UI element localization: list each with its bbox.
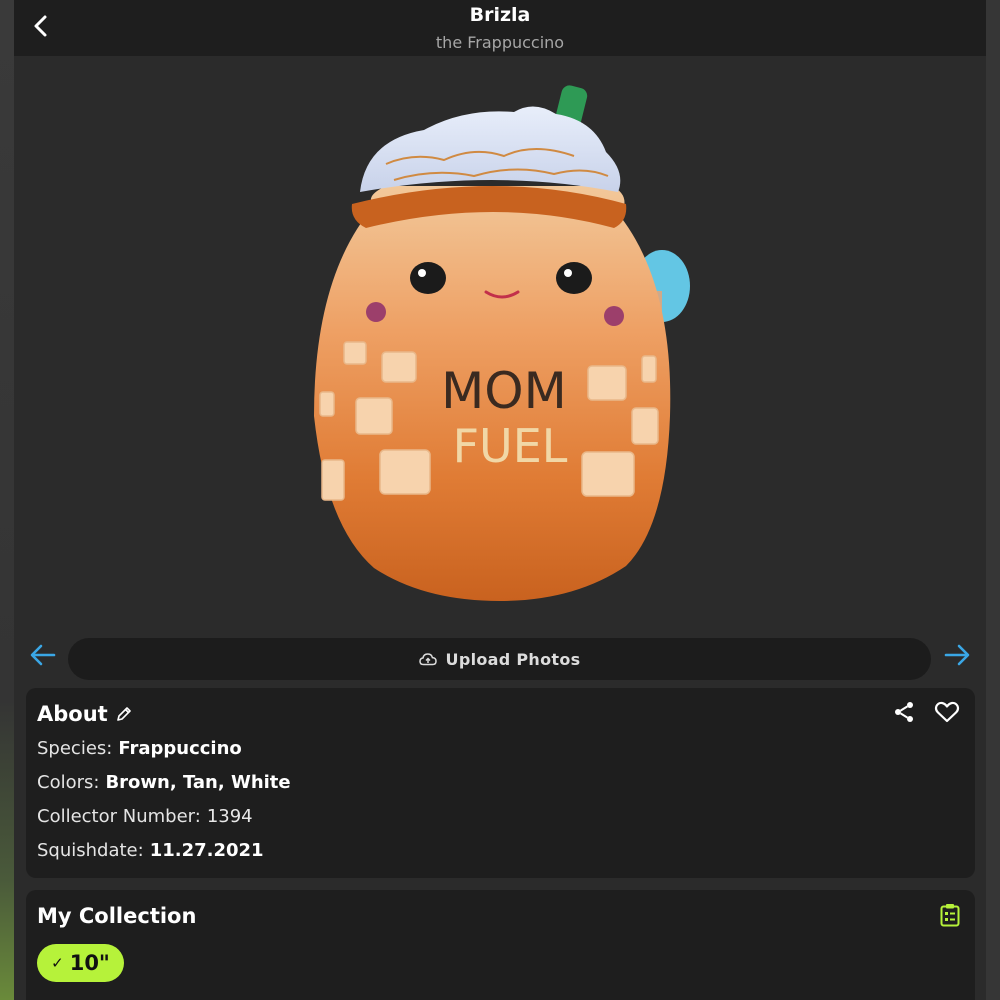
next-button[interactable] xyxy=(942,640,972,670)
size-chip-label: 10" xyxy=(69,951,110,975)
header-bar: Brizla the Frappuccino xyxy=(14,0,986,56)
product-photo: MOM FUEL xyxy=(14,56,986,632)
plush-image: MOM FUEL xyxy=(314,85,690,601)
heart-icon xyxy=(934,701,960,723)
edit-button[interactable] xyxy=(115,705,133,723)
my-collection-card: My Collection ✓ 10" xyxy=(26,890,975,1000)
species-row: Species: Frappuccino xyxy=(37,738,242,759)
left-edge xyxy=(0,0,14,1000)
species-value: Frappuccino xyxy=(118,738,242,759)
favorite-button[interactable] xyxy=(934,700,960,724)
species-label: Species: xyxy=(37,738,113,759)
collector-number-row: Collector Number: 1394 xyxy=(37,806,253,827)
colors-value: Brown, Tan, White xyxy=(105,772,291,793)
collector-number-value: 1394 xyxy=(206,806,253,827)
squishdate-label: Squishdate: xyxy=(37,840,144,861)
collector-number-label: Collector Number: xyxy=(37,806,201,827)
check-icon: ✓ xyxy=(51,954,64,972)
colors-row: Colors: Brown, Tan, White xyxy=(37,772,291,793)
colors-label: Colors: xyxy=(37,772,100,793)
clipboard-icon xyxy=(940,904,960,927)
pencil-icon xyxy=(117,707,131,721)
about-card: About Species: Frappuccino Colors: Brown… xyxy=(26,688,975,878)
right-edge xyxy=(986,0,1000,1000)
plush-text-mom: MOM xyxy=(441,362,567,420)
arrow-left-icon xyxy=(30,644,56,666)
share-icon xyxy=(895,702,913,722)
cloud-upload-icon xyxy=(418,653,437,666)
squishdate-row: Squishdate: 11.27.2021 xyxy=(37,840,264,861)
upload-photos-button[interactable]: Upload Photos xyxy=(68,638,931,680)
previous-button[interactable] xyxy=(28,640,58,670)
size-chip-10in[interactable]: ✓ 10" xyxy=(37,944,124,982)
squishdate-value: 11.27.2021 xyxy=(149,840,264,861)
upload-photos-label: Upload Photos xyxy=(445,649,581,669)
about-title: About xyxy=(37,702,108,726)
my-collection-title: My Collection xyxy=(37,904,197,928)
checklist-button[interactable] xyxy=(940,903,960,927)
share-button[interactable] xyxy=(892,700,916,724)
plush-text-fuel: FUEL xyxy=(453,419,568,473)
page-subtitle: the Frappuccino xyxy=(435,33,565,52)
arrow-right-icon xyxy=(944,644,970,666)
page-title: Brizla xyxy=(469,4,531,26)
app-screen: Brizla the Frappuccino MOM FUEL Upload P… xyxy=(14,0,986,1000)
